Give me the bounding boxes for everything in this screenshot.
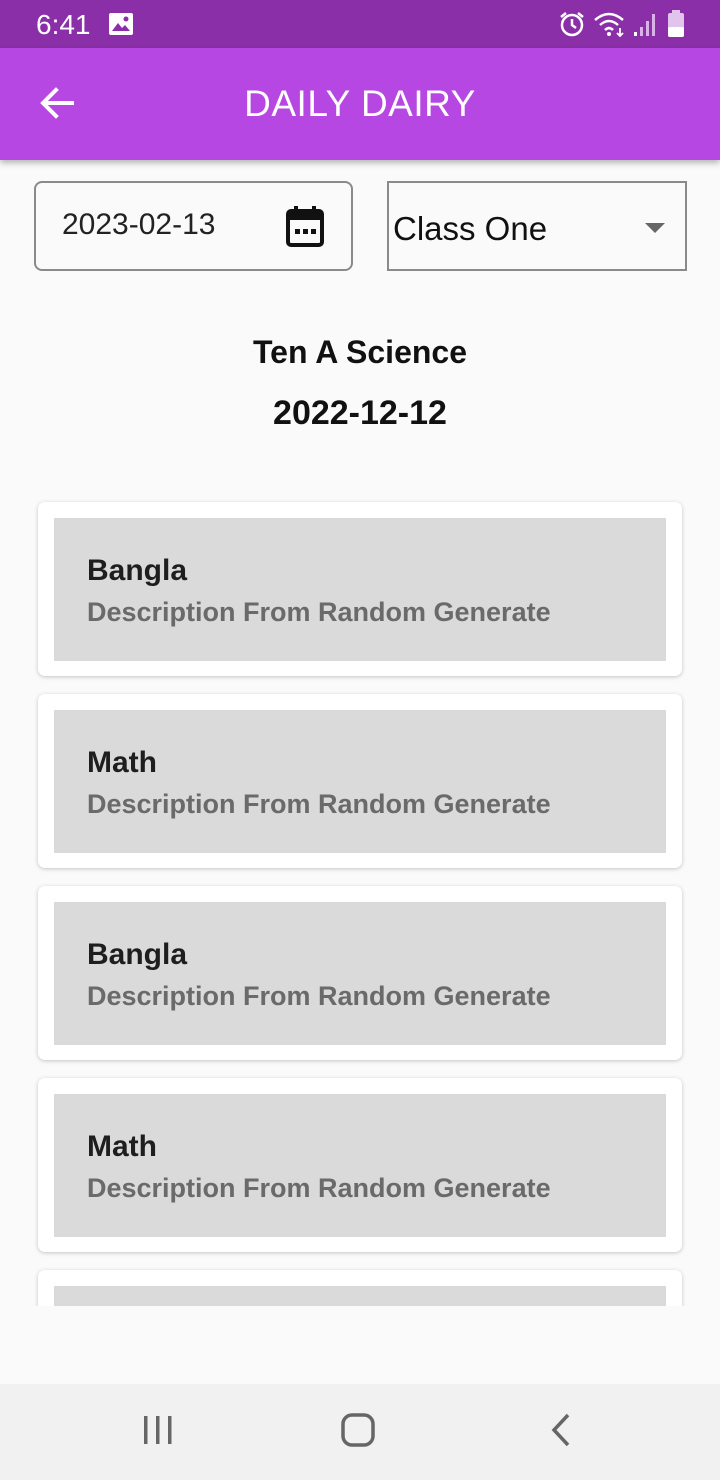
back-icon[interactable]	[544, 1412, 580, 1453]
subject-title: Math	[87, 746, 157, 779]
battery-icon	[666, 10, 686, 43]
status-time: 6:41	[36, 9, 91, 40]
subject-description: Description From Random Generate	[87, 597, 551, 627]
subject-description: Description From Random Generate	[87, 1173, 551, 1203]
date-heading: 2022-12-12	[273, 394, 447, 432]
diary-card[interactable]: Bangla Description From Random Generate	[38, 886, 682, 1060]
home-icon[interactable]	[340, 1412, 376, 1453]
back-button[interactable]	[30, 78, 84, 132]
recent-apps-icon[interactable]	[140, 1412, 176, 1453]
signal-icon	[632, 10, 658, 43]
calendar-icon[interactable]	[285, 205, 325, 254]
alarm-icon	[558, 10, 586, 43]
diary-card[interactable]: Math Description From Random Generate	[38, 1078, 682, 1252]
wifi-icon	[593, 10, 627, 43]
diary-card[interactable]: Bangla Description From Random Generate	[38, 502, 682, 676]
system-nav-bar	[0, 1384, 720, 1480]
date-field-value: 2023-02-13	[62, 208, 216, 241]
date-picker-field[interactable]: 2023-02-13	[34, 181, 353, 271]
diary-card-content	[54, 1286, 666, 1306]
diary-card-content: Math Description From Random Generate	[54, 710, 666, 853]
app-bar: DAILY DAIRY	[0, 48, 720, 160]
page-title: DAILY DAIRY	[244, 83, 476, 124]
class-heading: Ten A Science	[253, 334, 467, 370]
diary-card-content: Bangla Description From Random Generate	[54, 902, 666, 1045]
arrow-back-icon	[38, 84, 76, 127]
subject-title: Bangla	[87, 554, 188, 587]
subject-title: Bangla	[87, 938, 188, 971]
diary-card[interactable]	[38, 1270, 682, 1306]
status-bar: 6:41	[0, 0, 720, 48]
dropdown-arrow-icon	[643, 221, 667, 240]
diary-card-content: Bangla Description From Random Generate	[54, 518, 666, 661]
diary-card[interactable]: Math Description From Random Generate	[38, 694, 682, 868]
diary-card-content: Math Description From Random Generate	[54, 1094, 666, 1237]
image-icon	[108, 12, 134, 41]
subject-description: Description From Random Generate	[87, 981, 551, 1011]
diary-list[interactable]: Bangla Description From Random Generate …	[0, 494, 720, 1306]
class-dropdown[interactable]: Class One	[387, 181, 687, 271]
subject-title: Math	[87, 1130, 157, 1163]
subject-description: Description From Random Generate	[87, 789, 551, 819]
class-dropdown-value: Class One	[393, 210, 548, 247]
